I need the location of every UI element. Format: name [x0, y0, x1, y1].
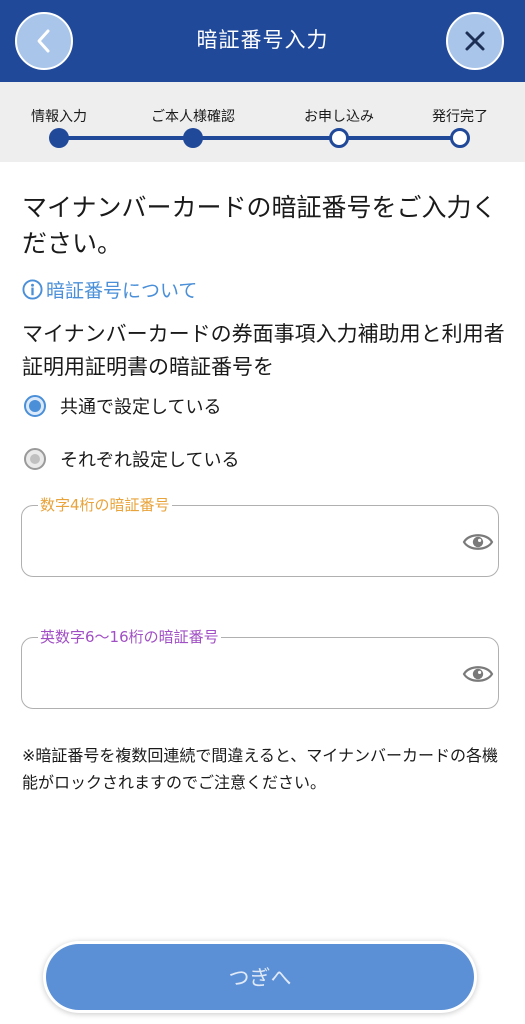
- pin-info-link-label: 暗証番号について: [46, 280, 198, 302]
- step-label-apply: お申し込み: [304, 109, 374, 125]
- close-icon: [465, 31, 485, 51]
- step-label-complete: 発行完了: [432, 109, 488, 125]
- pin-setting-question: マイナンバーカードの券面事項入力補助用と利用者証明用証明書の暗証番号を: [22, 322, 505, 379]
- step-dot-apply: [329, 128, 349, 148]
- progress-stepper: 情報入力 ご本人様確認 お申し込み 発行完了: [0, 82, 525, 162]
- radio-option-separate-label: それぞれ設定している: [60, 450, 240, 471]
- radio-selected-icon[interactable]: [24, 395, 46, 417]
- pin16-field-label: 英数字6〜16桁の暗証番号: [38, 626, 221, 647]
- pin4-field-label: 数字4桁の暗証番号: [38, 494, 172, 515]
- step-dot-complete: [450, 128, 470, 148]
- step-dot-input: [49, 128, 69, 148]
- step-dot-identity: [183, 128, 203, 148]
- radio-unselected-icon[interactable]: [24, 448, 46, 470]
- pin16-input[interactable]: [36, 654, 456, 694]
- pin4-input[interactable]: [36, 522, 456, 562]
- pin4-field[interactable]: 数字4桁の暗証番号: [21, 494, 499, 577]
- lock-warning-notice: ※暗証番号を複数回連続で間違えると、マイナンバーカードの各機能がロックされますの…: [22, 746, 498, 792]
- instruction-heading: マイナンバーカードの暗証番号をご入力ください。: [22, 193, 497, 258]
- radio-option-common[interactable]: 共通で設定している: [24, 393, 221, 419]
- eye-icon[interactable]: [462, 662, 494, 686]
- eye-icon[interactable]: [462, 530, 494, 554]
- close-button[interactable]: [446, 12, 504, 70]
- app-header: 暗証番号入力: [0, 0, 525, 82]
- radio-option-common-label: 共通で設定している: [60, 397, 222, 418]
- step-label-identity: ご本人様確認: [151, 109, 235, 125]
- radio-option-separate[interactable]: それぞれ設定している: [24, 446, 239, 472]
- pin-info-link[interactable]: 暗証番号について: [22, 276, 197, 303]
- step-line: [59, 136, 460, 140]
- next-button[interactable]: つぎへ: [46, 944, 474, 1010]
- info-icon: [22, 279, 43, 300]
- next-button-label: つぎへ: [228, 966, 292, 990]
- pin16-field[interactable]: 英数字6〜16桁の暗証番号: [21, 626, 499, 709]
- step-label-input: 情報入力: [31, 109, 87, 125]
